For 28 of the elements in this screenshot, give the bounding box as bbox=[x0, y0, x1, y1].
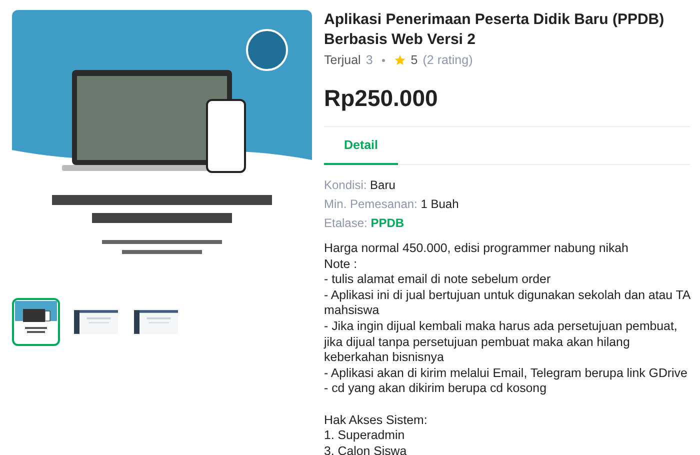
detail-label: Min. Pemesanan: bbox=[324, 197, 418, 211]
detail-label: Etalase: bbox=[324, 216, 368, 230]
thumbnail[interactable] bbox=[12, 298, 60, 346]
description-line: Note : bbox=[324, 256, 358, 272]
price: Rp250.000 bbox=[324, 85, 439, 112]
detail-tab[interactable]: Detail bbox=[324, 127, 398, 165]
description-line: - Aplikasi akan di kirim melalui Email, Telegram berupa link GDrive bbox=[324, 366, 688, 382]
description-line: - cd yang akan dikirim berupa cd kosong bbox=[324, 381, 548, 397]
thumbnail-image bbox=[74, 309, 118, 335]
detail-label: Kondisi: bbox=[324, 178, 367, 192]
showcase-link[interactable]: PPDB bbox=[370, 216, 404, 230]
rating-value: 5 bbox=[410, 53, 418, 67]
description-line: - Aplikasi ini di jual bertujuan untuk digunakan sekolah dan atau TA mahsiswa bbox=[324, 288, 690, 319]
sold-label: Terjual bbox=[324, 53, 361, 67]
description-line: - Jika ingin dijual kembali maka harus ada persetujuan pembuat, jika dijual tanpa persetujuan pembuat maka akan hilang keberkahan bisnisnya bbox=[324, 318, 678, 366]
detail-value: Baru bbox=[370, 178, 396, 192]
star-icon bbox=[394, 54, 406, 66]
description-line: Harga normal 450.000, edisi programmer nabung nikah bbox=[324, 241, 630, 257]
description-line: 3. Calon Siswa bbox=[324, 444, 408, 455]
description-line: - tulis alamat email di note sebelum order bbox=[324, 272, 552, 288]
sold-count: 3 bbox=[366, 53, 373, 67]
product-title: Aplikasi Penerimaan Peserta Didik Baru (PPDB) Berbasis Web Versi 2 bbox=[324, 10, 666, 50]
detail-value: 1 Buah bbox=[420, 197, 459, 211]
description-line: 1. Superadmin bbox=[324, 428, 406, 444]
rating-count: (2 rating) bbox=[422, 53, 473, 67]
separator-dot bbox=[382, 58, 385, 62]
thumbnail-image bbox=[134, 309, 178, 335]
description-line: Hak Akses Sistem: bbox=[324, 412, 428, 428]
